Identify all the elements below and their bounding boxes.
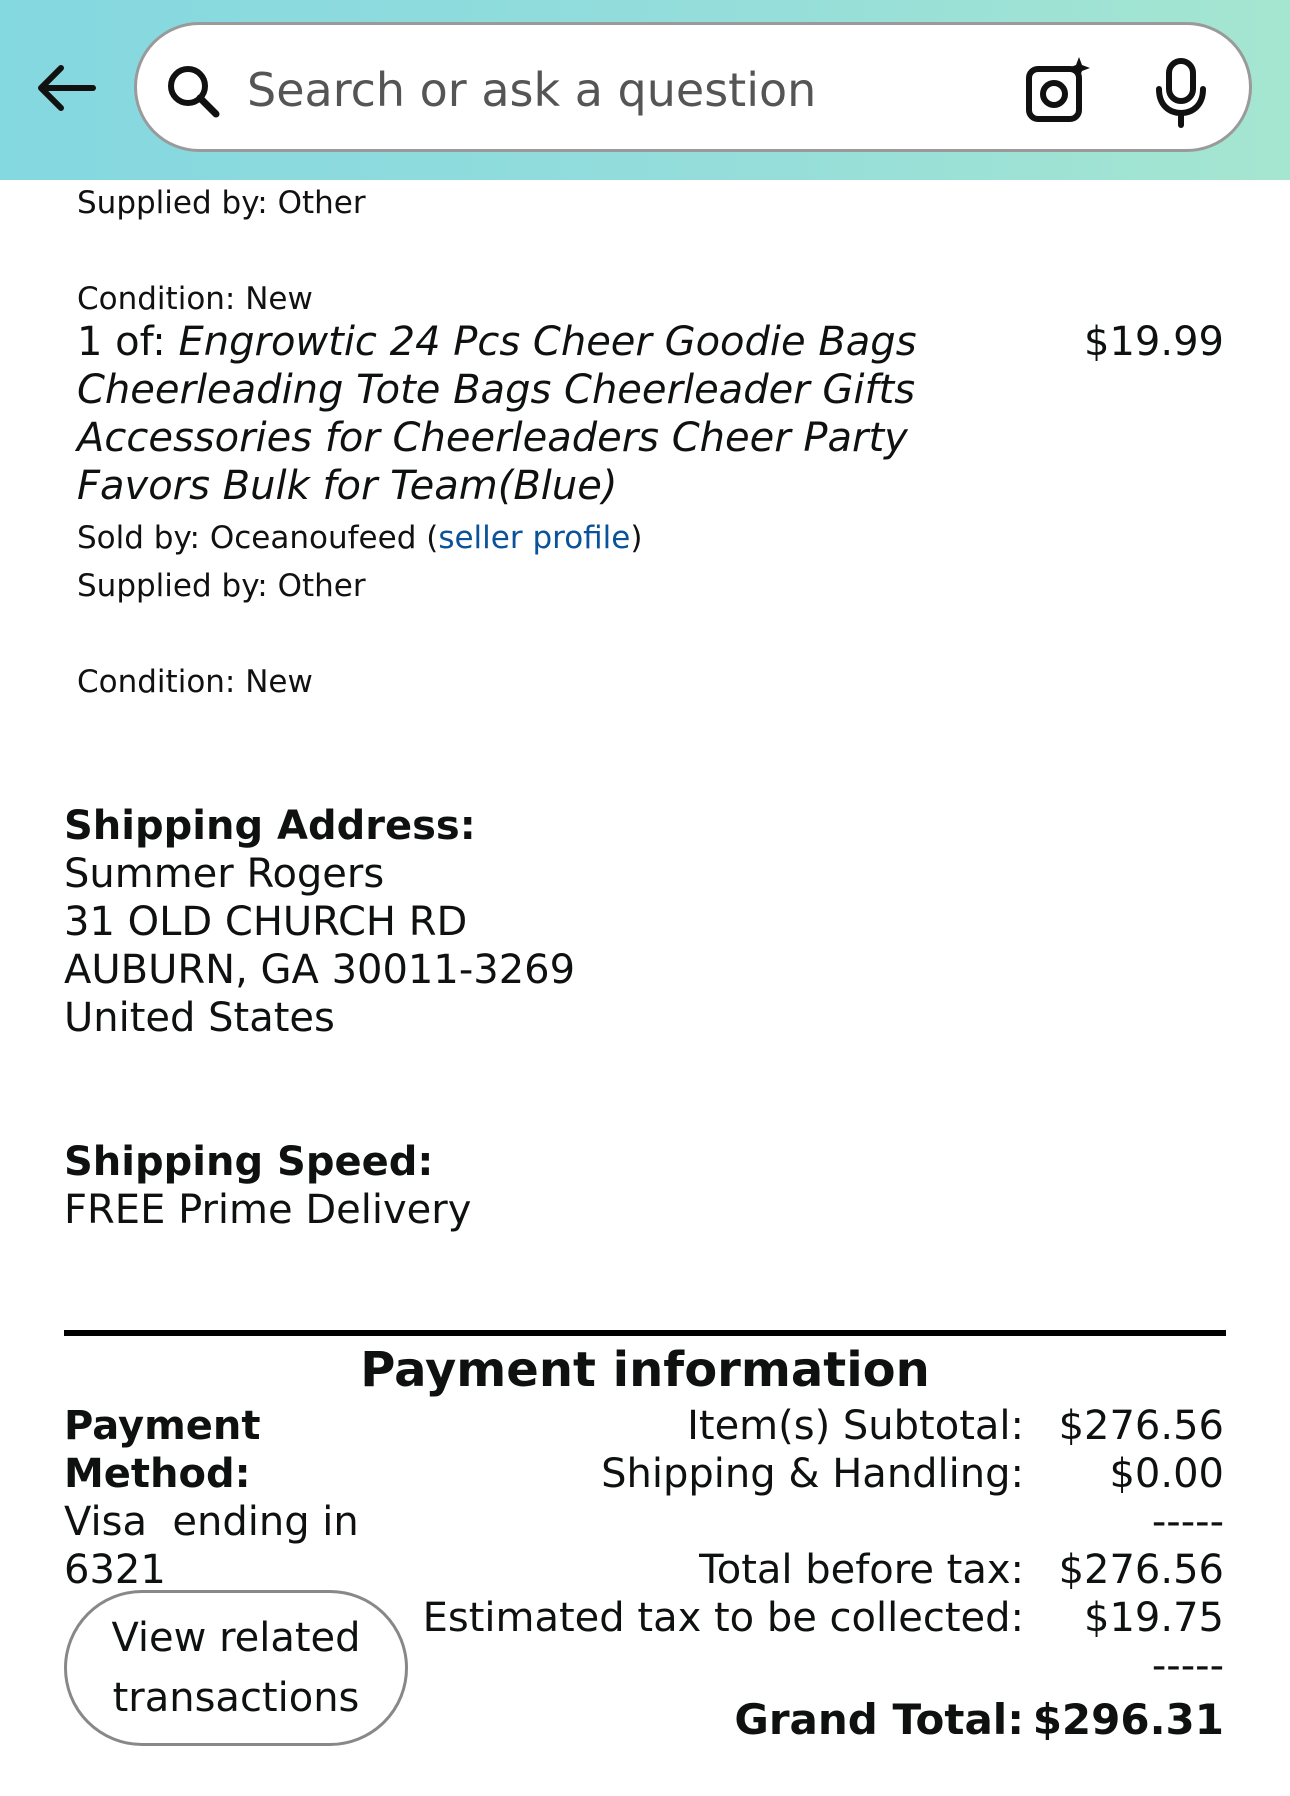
- payment-method-last4: 6321: [64, 1547, 166, 1593]
- search-box[interactable]: [134, 22, 1252, 152]
- shipping-line1: 31 OLD CHURCH RD: [64, 899, 468, 945]
- totals-row-separator: -----: [344, 1498, 1224, 1546]
- item-quantity: 1 of:: [77, 319, 179, 365]
- camera-lens-icon[interactable]: [1023, 55, 1095, 127]
- shipping-address-heading: Shipping Address:: [64, 803, 476, 849]
- microphone-icon[interactable]: [1149, 57, 1213, 129]
- totals-row-grand-total: Grand Total: $296.31: [344, 1694, 1224, 1746]
- totals-value: $276.56: [1058, 1547, 1224, 1593]
- item-sold-by: Sold by: Oceanoufeed (seller profile): [77, 518, 642, 558]
- item-title: 1 of: Engrowtic 24 Pcs Cheer Goodie Bags…: [77, 318, 1037, 510]
- search-icon: [168, 66, 220, 118]
- sold-by-text: Sold by: Oceanoufeed (: [77, 520, 439, 556]
- totals-row-before-tax: Total before tax: $276.56: [344, 1546, 1224, 1594]
- totals-row-separator: -----: [344, 1642, 1224, 1690]
- payment-information-title: Payment information: [360, 1342, 930, 1398]
- order-totals: Item(s) Subtotal: $276.56 Shipping & Han…: [344, 1402, 1224, 1746]
- payment-method-label-line1: Payment: [64, 1403, 261, 1449]
- totals-label: Shipping & Handling:: [601, 1451, 1024, 1497]
- totals-row-shipping: Shipping & Handling: $0.00: [344, 1450, 1224, 1498]
- back-button[interactable]: [30, 58, 102, 118]
- previous-item-condition: Condition: New: [77, 281, 313, 317]
- payment-method-card: Visa ending in: [64, 1499, 359, 1545]
- item-price: $19.99: [1084, 319, 1224, 365]
- totals-label: Total before tax:: [699, 1547, 1024, 1593]
- grand-total-value: $296.31: [1032, 1695, 1224, 1744]
- shipping-line2: AUBURN, GA 30011-3269: [64, 947, 576, 993]
- totals-row-subtotal: Item(s) Subtotal: $276.56: [344, 1402, 1224, 1450]
- totals-separator: -----: [1151, 1643, 1224, 1689]
- totals-value: $276.56: [1058, 1403, 1224, 1449]
- item-supplied-by: Supplied by: Other: [77, 568, 366, 604]
- shipping-country: United States: [64, 995, 335, 1041]
- totals-label: Estimated tax to be collected:: [422, 1595, 1024, 1641]
- shipping-speed-value: FREE Prime Delivery: [64, 1187, 472, 1233]
- shipping-speed-heading: Shipping Speed:: [64, 1139, 434, 1185]
- totals-label: Item(s) Subtotal:: [687, 1403, 1024, 1449]
- section-divider: [64, 1330, 1226, 1336]
- item-title-link[interactable]: Engrowtic 24 Pcs Cheer Goodie Bags Cheer…: [77, 319, 917, 509]
- top-search-bar: [0, 0, 1290, 180]
- payment-method-label-line2: Method:: [64, 1451, 251, 1497]
- totals-row-tax: Estimated tax to be collected: $19.75: [344, 1594, 1224, 1642]
- totals-value: $19.75: [1084, 1595, 1224, 1641]
- payment-method-label: Payment Method:: [64, 1402, 260, 1498]
- back-arrow-icon: [38, 65, 96, 111]
- seller-profile-link[interactable]: seller profile: [438, 520, 630, 556]
- shipping-name: Summer Rogers: [64, 851, 385, 897]
- item-condition: Condition: New: [77, 664, 313, 700]
- previous-item-supplied-by: Supplied by: Other: [77, 185, 366, 221]
- totals-separator: -----: [1151, 1499, 1224, 1545]
- sold-by-suffix: ): [630, 520, 643, 556]
- grand-total-label: Grand Total:: [734, 1695, 1024, 1744]
- totals-value: $0.00: [1109, 1451, 1224, 1497]
- payment-method-value: Visa ending in 6321: [64, 1498, 359, 1594]
- search-input[interactable]: [247, 57, 987, 123]
